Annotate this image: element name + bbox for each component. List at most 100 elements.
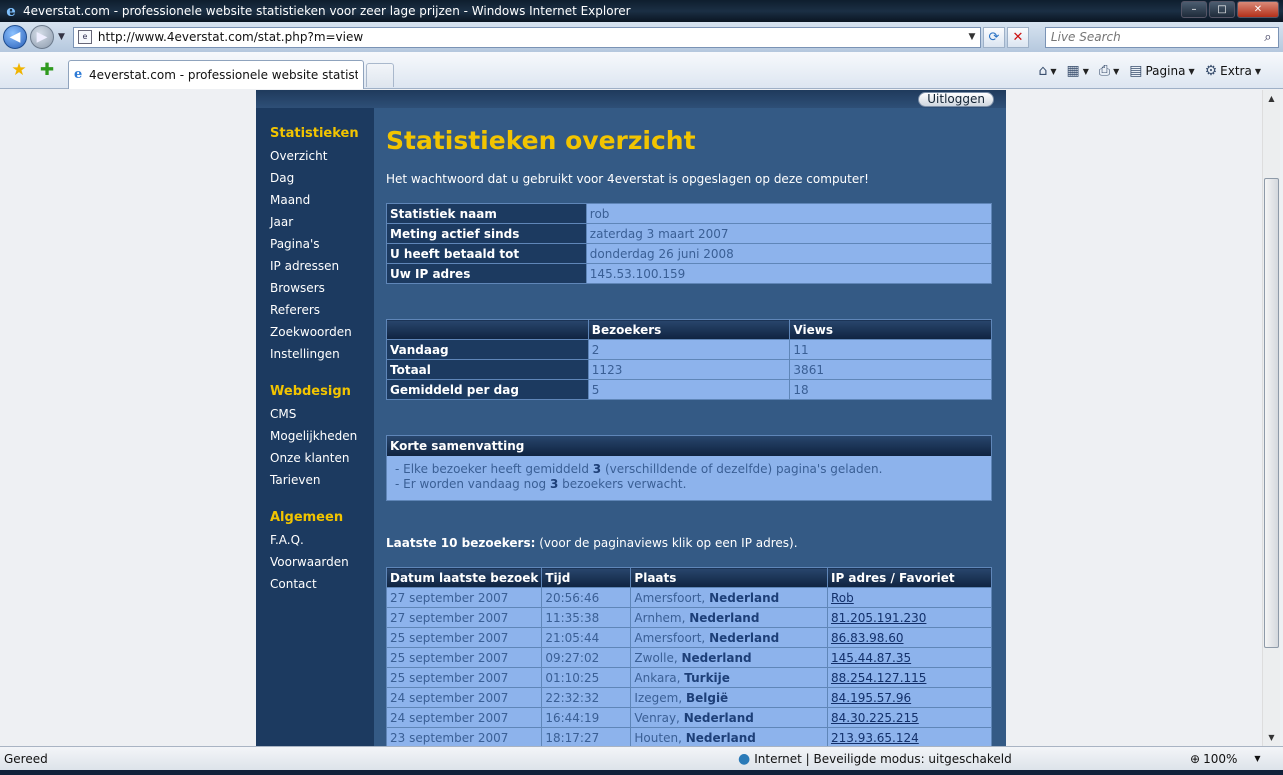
recent-pages-dropdown[interactable]: ▼	[58, 32, 65, 42]
info-label: U heeft betaald tot	[386, 243, 587, 264]
city-name: Izegem,	[634, 690, 686, 705]
sidebar-item[interactable]: Voorwaarden	[270, 551, 374, 573]
url-dropdown-icon[interactable]: ▼	[964, 32, 980, 42]
window-title-bar: e 4everstat.com - professionele website …	[0, 0, 1283, 22]
ip-link[interactable]: 88.254.127.115	[831, 671, 926, 685]
ip-link[interactable]: Rob	[831, 591, 854, 605]
visit-ip: 86.83.98.60	[826, 627, 993, 648]
sidebar-item[interactable]: Maand	[270, 189, 374, 211]
sidebar-item[interactable]: Contact	[270, 573, 374, 595]
visitors-value: 5	[587, 379, 791, 400]
summary-text: bezoekers verwacht.	[558, 477, 687, 491]
country-name: België	[685, 690, 729, 705]
address-bar[interactable]: e http://www.4everstat.com/stat.php?m=vi…	[72, 26, 981, 48]
visit-date: 23 september 2007	[385, 727, 543, 746]
column-header: Plaats	[630, 567, 828, 588]
print-button[interactable]: ⎙ ▼	[1097, 61, 1121, 81]
info-label: Uw IP adres	[386, 263, 587, 284]
scroll-thumb[interactable]	[1264, 178, 1279, 648]
table-row: 24 september 2007 16:44:19 Venray, Nederla…	[385, 707, 993, 728]
sidebar-item[interactable]: Dag	[270, 167, 374, 189]
count-label: Vandaag	[386, 339, 589, 360]
zoom-level: 100%	[1203, 751, 1238, 766]
page-menu[interactable]: ▤ Pagina ▼	[1127, 61, 1196, 81]
search-icon[interactable]: ⌕	[1258, 30, 1278, 45]
new-tab-button[interactable]	[366, 63, 394, 87]
column-header: Bezoekers	[587, 319, 791, 340]
search-input[interactable]	[1045, 30, 1258, 44]
sidebar-item[interactable]: Instellingen	[270, 343, 374, 365]
main-content: Statistieken overzicht Het wachtwoord da…	[374, 108, 1006, 746]
sidebar-item[interactable]: Zoekwoorden	[270, 321, 374, 343]
count-label: Totaal	[386, 359, 589, 380]
sidebar-item[interactable]: Referers	[270, 299, 374, 321]
views-value: 18	[789, 379, 992, 400]
table-row: U heeft betaald tot donderdag 26 juni 200…	[386, 243, 993, 264]
ip-link[interactable]: 145.44.87.35	[831, 651, 911, 665]
zoom-control[interactable]: ⊕ 100% ▼	[1190, 752, 1261, 766]
ip-link[interactable]: 213.93.65.124	[831, 731, 919, 745]
tab-row: ★ ✚ e 4everstat.com - professionele webs…	[0, 52, 1283, 89]
ie-page-icon: e	[74, 67, 83, 82]
sidebar-item[interactable]: IP adressen	[270, 255, 374, 277]
close-button[interactable]: ✕	[1237, 1, 1279, 18]
back-button[interactable]: ◀	[3, 25, 27, 49]
summary-heading: Korte samenvatting	[387, 436, 991, 456]
ip-link[interactable]: 84.195.57.96	[831, 691, 911, 705]
logout-button[interactable]: Uitloggen	[918, 92, 994, 107]
sidebar-item[interactable]: Onze klanten	[270, 447, 374, 469]
feeds-button[interactable]: ▦ ▼	[1064, 61, 1090, 81]
sidebar-item[interactable]: F.A.Q.	[270, 529, 374, 551]
visit-place: Amersfoort, Nederland	[630, 627, 828, 648]
home-icon: ⌂	[1038, 63, 1048, 79]
visitors-value: 2	[587, 339, 791, 360]
security-zone[interactable]: ● Internet | Beveiligde modus: uitgescha…	[738, 751, 1012, 767]
summary-text: (verschilldende of dezelfde) pagina's ge…	[601, 462, 883, 476]
ip-link[interactable]: 84.30.225.215	[831, 711, 919, 725]
stop-button[interactable]: ✕	[1006, 26, 1029, 48]
refresh-button[interactable]: ⟳	[982, 26, 1005, 48]
sidebar-item[interactable]: Browsers	[270, 277, 374, 299]
table-row: 25 september 2007 09:27:02 Zwolle, Nederla…	[385, 647, 993, 668]
chevron-down-icon[interactable]: ▼	[1083, 67, 1089, 76]
tools-menu[interactable]: ⚙ Extra ▼	[1203, 61, 1263, 81]
sidebar-item[interactable]: Overzicht	[270, 145, 374, 167]
arrow-right-icon: ▶	[36, 29, 48, 45]
sidebar-item[interactable]: Pagina's	[270, 233, 374, 255]
minimize-button[interactable]: –	[1181, 1, 1207, 18]
visit-ip: 81.205.191.230	[826, 607, 993, 628]
sidebar-item[interactable]: Tarieven	[270, 469, 374, 491]
favorites-star-icon[interactable]: ★	[8, 60, 30, 80]
visit-date: 25 september 2007	[385, 647, 543, 668]
maximize-button[interactable]: □	[1209, 1, 1235, 18]
table-row: Gemiddeld per dag 5 18	[386, 379, 992, 400]
chevron-down-icon[interactable]: ▼	[1050, 67, 1056, 76]
ip-link[interactable]: 81.205.191.230	[831, 611, 926, 625]
chevron-down-icon[interactable]: ▼	[1113, 67, 1119, 76]
nav-heading: Algemeen	[270, 510, 344, 525]
summary-text: - Elke bezoeker heeft gemiddeld	[395, 462, 593, 476]
ip-link[interactable]: 86.83.98.60	[831, 631, 904, 645]
visit-ip: 84.30.225.215	[826, 707, 993, 728]
scroll-up-icon[interactable]: ▲	[1263, 90, 1280, 107]
city-name: Venray,	[634, 710, 684, 725]
visit-time: 20:56:46	[541, 587, 632, 608]
info-value: 145.53.100.159	[585, 263, 993, 284]
tab-active[interactable]: e 4everstat.com - professionele website …	[68, 59, 364, 89]
forward-button[interactable]: ▶	[30, 25, 54, 49]
visit-time: 22:32:32	[541, 687, 632, 708]
chevron-down-icon[interactable]: ▼	[1254, 754, 1260, 763]
city-name: Arnhem,	[634, 610, 690, 625]
arrow-left-icon: ◀	[9, 29, 21, 45]
sidebar-item[interactable]: CMS	[270, 403, 374, 425]
scroll-down-icon[interactable]: ▼	[1263, 729, 1280, 746]
url-text[interactable]: http://www.4everstat.com/stat.php?m=view	[98, 30, 964, 44]
home-button[interactable]: ⌂ ▼	[1036, 61, 1058, 81]
sidebar-item[interactable]: Mogelijkheden	[270, 425, 374, 447]
vertical-scrollbar[interactable]: ▲ ▼	[1262, 90, 1280, 746]
add-favorite-icon[interactable]: ✚	[36, 60, 58, 80]
table-row: 24 september 2007 22:32:32 Izegem, België 8…	[385, 687, 993, 708]
sidebar-item[interactable]: Jaar	[270, 211, 374, 233]
search-box[interactable]: ⌕	[1044, 26, 1279, 48]
city-name: Houten,	[634, 730, 686, 745]
